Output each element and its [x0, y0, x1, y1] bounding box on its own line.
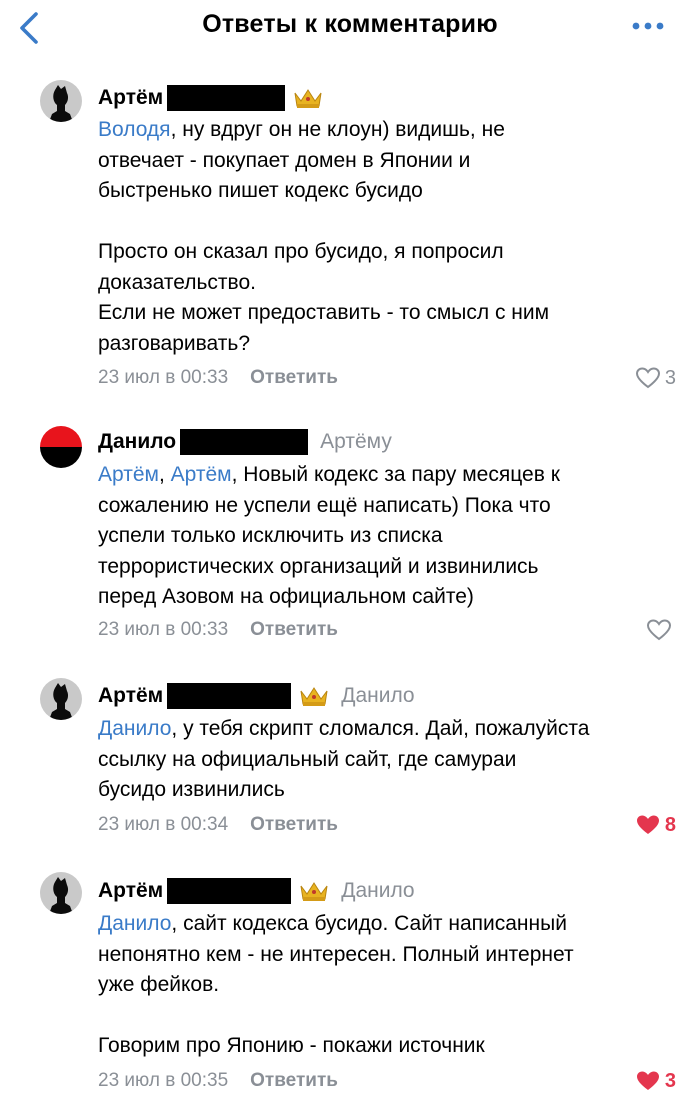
like-count: 8 [664, 813, 676, 836]
mention-link[interactable]: Артём [98, 463, 159, 486]
user-silhouette-icon [40, 872, 82, 914]
flag-avatar-icon [40, 426, 82, 468]
comment-date: 23 июл в 00:33 [98, 619, 229, 640]
reply-button[interactable]: Ответить [250, 814, 338, 836]
comment-header: Артём Данило [98, 681, 415, 711]
comment-header: Данило Артёму [98, 427, 392, 457]
reply-button[interactable]: Ответить [250, 1070, 338, 1092]
top-bar: Ответы к комментарию [0, 0, 700, 56]
ellipsis-icon [632, 22, 664, 30]
like-count: 3 [664, 366, 676, 389]
crown-icon [294, 89, 322, 108]
author-name[interactable]: Артём [98, 86, 163, 110]
heart-icon [646, 619, 672, 641]
comment-header: Артём Данило [98, 876, 415, 906]
comment-date: 23 июл в 00:34 [98, 814, 229, 835]
mention-link[interactable]: Артём [171, 463, 232, 486]
author-name[interactable]: Артём [98, 879, 163, 903]
comment-text: Данило, сайт кодекса бусидо. Сайт написа… [98, 912, 574, 1057]
avatar[interactable] [40, 80, 82, 122]
comment-date: 23 июл в 00:35 [98, 1070, 229, 1091]
redacted-block [167, 878, 292, 904]
avatar[interactable] [40, 872, 82, 914]
comment-text: Данило, у тебя скрипт сломался. Дай, пож… [98, 717, 590, 801]
heart-icon [635, 367, 660, 389]
mention-link[interactable]: Данило [98, 912, 171, 935]
author-name[interactable]: Артём [98, 684, 163, 708]
like-count: 3 [664, 1069, 676, 1092]
like-button[interactable]: 3 [635, 364, 676, 392]
user-silhouette-icon [40, 678, 82, 720]
author-name[interactable]: Данило [98, 430, 176, 454]
comment-meta: 23 июл в 00:33 Ответить [98, 364, 338, 392]
mention-link[interactable]: Володя [98, 118, 171, 141]
crown-icon [300, 882, 328, 901]
reply-button[interactable]: Ответить [250, 619, 338, 641]
page-title: Ответы к комментарию [202, 10, 498, 38]
like-button[interactable] [646, 616, 676, 644]
comment-meta: 23 июл в 00:35 Ответить [98, 1067, 338, 1095]
redacted-block [167, 683, 292, 709]
avatar[interactable] [40, 426, 82, 468]
comment-text: Артём, Артём, Новый кодекс за пару месяц… [98, 463, 560, 608]
reply-to-user[interactable]: Данило [341, 879, 414, 903]
comment-meta: 23 июл в 00:33 Ответить [98, 616, 338, 644]
reply-to-user[interactable]: Данило [341, 684, 414, 708]
mention-link[interactable]: Данило [98, 717, 171, 740]
like-button[interactable]: 3 [635, 1067, 676, 1095]
avatar[interactable] [40, 678, 82, 720]
user-silhouette-icon [40, 80, 82, 122]
comment-header: Артём [98, 83, 323, 113]
like-button[interactable]: 8 [635, 811, 676, 839]
redacted-block [167, 85, 286, 111]
comment-date: 23 июл в 00:33 [98, 367, 229, 388]
comment-text: Володя, ну вдруг он не клоун) видишь, не… [98, 118, 550, 355]
comment-meta: 23 июл в 00:34 Ответить [98, 811, 338, 839]
crown-icon [300, 687, 328, 706]
reply-button[interactable]: Ответить [250, 367, 338, 389]
heart-icon [636, 1071, 659, 1090]
redacted-block [180, 429, 309, 455]
reply-to-user[interactable]: Артёму [320, 430, 392, 454]
more-button[interactable] [630, 14, 670, 38]
heart-icon [636, 815, 659, 834]
